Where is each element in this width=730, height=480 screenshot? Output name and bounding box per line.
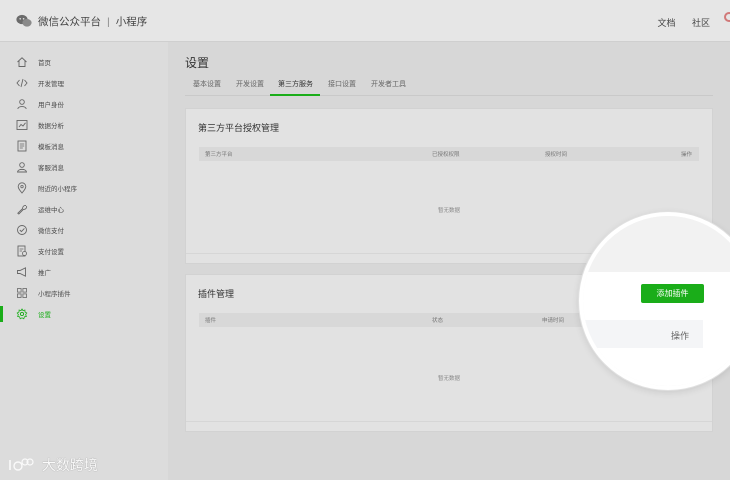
operation-column-header: 操作 [671,331,690,341]
sidebar-item-template-message[interactable]: 模板消息 [0,136,168,156]
active-tab-indicator [270,94,320,96]
magnifier-callout: 操作 添加插件 [579,212,730,390]
megaphone-icon [17,267,26,277]
payment-icon [17,225,27,235]
sidebar-item-nearby[interactable]: 附近的小程序 [0,178,168,198]
product-name: 小程序 [115,16,148,28]
sidebar-item-label: 设置 [38,312,51,319]
sidebar-item-label: 模板消息 [38,144,64,151]
sidebar-item-label: 数据分析 [38,123,64,130]
location-icon [17,182,27,194]
docs-link[interactable]: 文档 [657,18,675,28]
column-header: 授权时间 [545,152,568,158]
sidebar-item-ops-center[interactable]: 运维中心 [0,199,168,219]
tab-interface-settings[interactable]: 接口设置 [328,79,356,89]
sidebar-item-customer-service[interactable]: 客服消息 [0,157,168,177]
watermark-text: 大数跨境 [41,457,98,473]
top-nav: 文档 社区 [643,16,710,29]
customer-service-icon [16,162,28,173]
watermark: 大数跨境 [8,455,98,475]
plugin-management-title: 插件管理 [198,289,235,299]
column-header: 插件 [205,318,217,324]
column-header: 第三方平台 [205,152,233,158]
sidebar-item-label: 客服消息 [38,165,64,172]
sidebar-item-label: 开发管理 [38,81,64,88]
column-header: 状态 [432,318,444,324]
sidebar-item-label: 用户身份 [38,102,64,109]
sidebar-item-label: 运维中心 [38,207,64,214]
sidebar-item-promotion[interactable]: 推广 [0,262,168,282]
code-icon [16,78,28,88]
top-bar: 微信公众平台 | 小程序 文档 社区 [0,0,730,42]
tab-dev-tools[interactable]: 开发者工具 [371,79,406,89]
app-window: 微信公众平台 | 小程序 文档 社区 首页 开发管理 用户身份 数据分析 模板消息 [0,0,730,480]
sidebar-item-data-analysis[interactable]: 数据分析 [0,115,168,135]
platform-title: 微信公众平台 | 小程序 [38,14,147,29]
sidebar-item-label: 附近的小程序 [38,186,77,193]
notification-icon[interactable] [724,12,730,22]
tab-third-party-services[interactable]: 第三方服务 [278,79,313,89]
card-footer [186,421,712,431]
magnified-background [583,216,730,272]
sidebar-item-label: 推广 [38,270,51,277]
document-icon [17,140,27,152]
home-icon [17,57,27,67]
chart-icon [16,120,28,130]
sidebar-item-home[interactable]: 首页 [0,52,168,72]
payment-settings-icon [17,245,27,257]
sidebar-item-settings[interactable]: 设置 [0,304,168,324]
settings-tabs: 基本设置 开发设置 第三方服务 接口设置 开发者工具 [185,76,713,96]
title-separator: | [107,16,110,28]
sidebar-item-label: 支付设置 [38,249,64,256]
tab-basic-settings[interactable]: 基本设置 [193,79,221,89]
sidebar-item-user-identity[interactable]: 用户身份 [0,94,168,114]
page-title: 设置 [185,56,210,70]
sidebar-item-dev-management[interactable]: 开发管理 [0,73,168,93]
sidebar-item-label: 微信支付 [38,228,64,235]
column-header: 已授权权限 [432,152,460,158]
sidebar-item-wechat-pay[interactable]: 微信支付 [0,220,168,240]
tab-dev-settings[interactable]: 开发设置 [236,79,264,89]
sidebar-item-label: 小程序插件 [38,291,71,298]
sidebar: 首页 开发管理 用户身份 数据分析 模板消息 客服消息 附近的小程序 运维中心 [0,42,168,480]
sidebar-item-payment-settings[interactable]: 支付设置 [0,241,168,261]
column-header: 操作 [681,152,693,158]
empty-state-text: 暂无数据 [437,208,460,214]
platform-name: 微信公众平台 [38,16,101,28]
user-icon [17,99,27,110]
wrench-icon [17,205,28,215]
column-header: 申请时间 [542,318,565,324]
add-plugin-button[interactable]: 添加插件 [641,284,704,303]
sidebar-item-plugins[interactable]: 小程序插件 [0,283,168,303]
third-party-auth-title: 第三方平台授权管理 [198,123,280,133]
watermark-logo-icon [9,458,34,471]
sidebar-item-label: 首页 [38,60,51,67]
gear-icon [16,308,28,320]
community-link[interactable]: 社区 [692,18,710,28]
third-party-table-header: 第三方平台 已授权权限 授权时间 操作 [199,147,699,161]
wechat-logo-icon [16,14,32,27]
plugin-grid-icon [17,288,27,298]
